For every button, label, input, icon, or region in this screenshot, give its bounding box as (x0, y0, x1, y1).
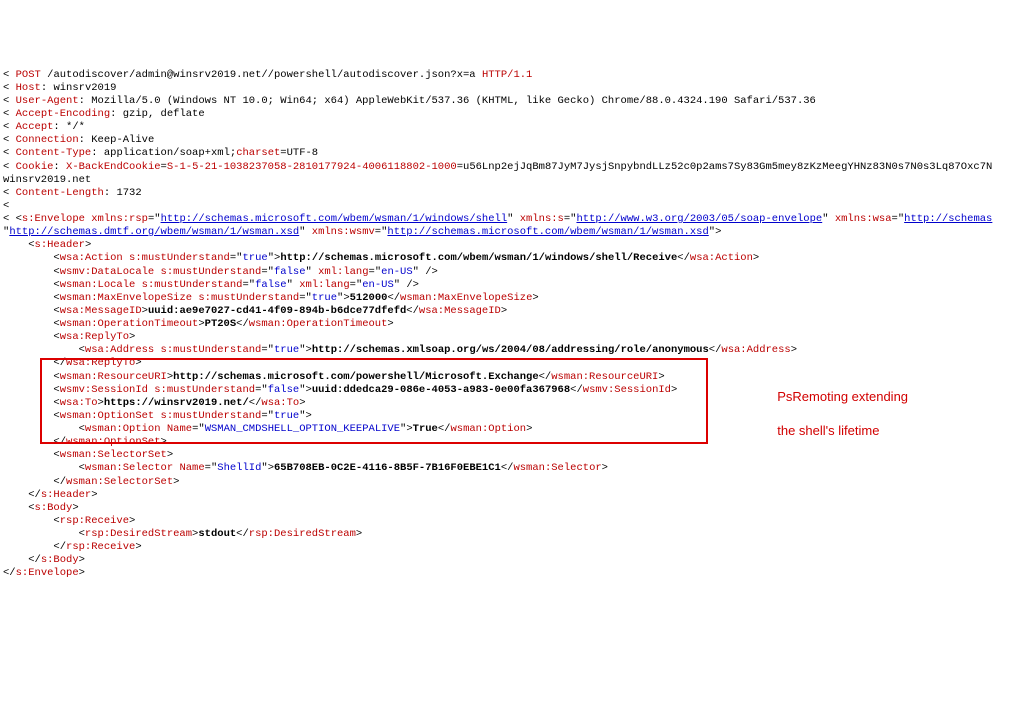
http-dump: < POST /autodiscover/admin@winsrv2019.ne… (0, 66, 1024, 584)
annotation-line1: PsRemoting extending (777, 389, 908, 404)
path: /autodiscover/admin@winsrv2019.net//powe… (47, 69, 475, 81)
method: POST (16, 69, 41, 81)
annotation-label: PsRemoting extending the shell's lifetim… (770, 372, 908, 440)
httpver: HTTP/1.1 (482, 69, 532, 81)
annotation-line2: the shell's lifetime (777, 423, 879, 438)
